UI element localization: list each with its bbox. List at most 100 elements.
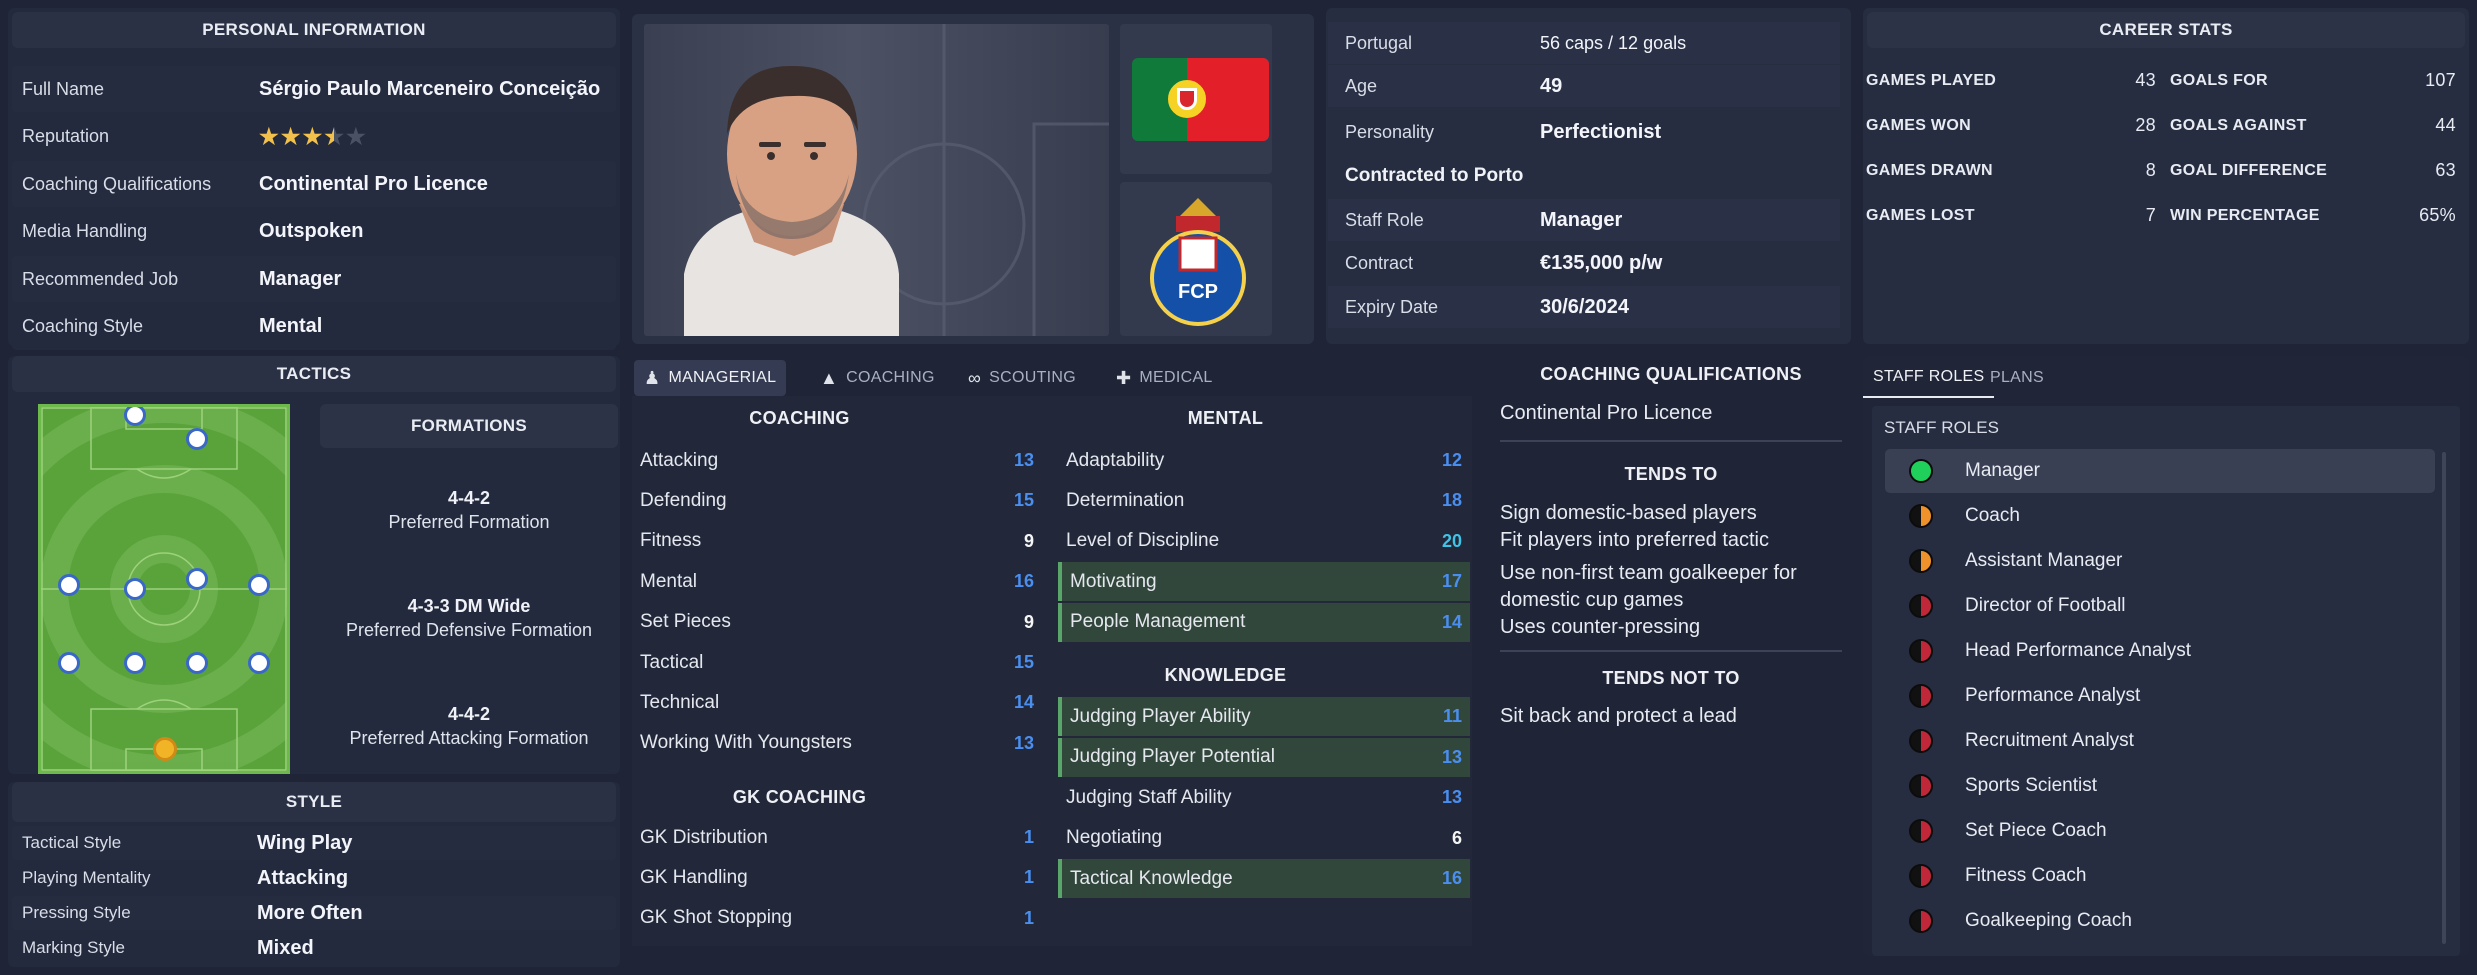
staff-role-item[interactable]: Recruitment Analyst: [1885, 719, 2435, 763]
player-marker[interactable]: [124, 407, 146, 426]
attribute-row[interactable]: Tactical 15: [632, 643, 1042, 682]
attribute-name: Defending: [640, 489, 727, 511]
staff-role-item[interactable]: Coach: [1885, 494, 2435, 538]
player-marker[interactable]: [58, 574, 80, 596]
style-row: Pressing Style More Often: [12, 896, 616, 930]
attribute-row[interactable]: Defending 15: [632, 481, 1042, 520]
career-stat-row: GAMES PLAYED 43: [1866, 58, 2166, 103]
role-suitability-icon: [1909, 594, 1933, 618]
tab-scouting[interactable]: ∞ SCOUTING: [958, 360, 1086, 396]
personal-row: Reputation ★ ★ ★ ★ ★: [12, 113, 616, 160]
attribute-row[interactable]: Adaptability 12: [1058, 441, 1470, 480]
player-marker[interactable]: [186, 652, 208, 674]
tab-medical[interactable]: ✚ MEDICAL: [1106, 360, 1223, 396]
attribute-row[interactable]: Motivating 17: [1058, 562, 1470, 602]
staff-role-item[interactable]: Fitness Coach: [1885, 854, 2435, 898]
staff-role-label: Recruitment Analyst: [1965, 730, 2134, 751]
formation-item[interactable]: 4-3-3 DM Wide Preferred Defensive Formati…: [320, 594, 618, 642]
star-icon: ★: [302, 123, 323, 149]
attribute-value: 17: [1441, 571, 1462, 592]
qualifications-value: Continental Pro Licence: [1500, 402, 1713, 424]
attribute-name: Judging Staff Ability: [1066, 786, 1232, 808]
staff-role-item[interactable]: Performance Analyst: [1885, 674, 2435, 718]
attribute-row[interactable]: Tactical Knowledge 16: [1058, 859, 1470, 899]
contract-row: Age 49: [1328, 65, 1840, 107]
attribute-row[interactable]: GK Handling 1: [632, 858, 1042, 897]
attribute-row[interactable]: Mental 16: [632, 562, 1042, 601]
nation-row: Portugal 56 caps / 12 goals: [1328, 22, 1840, 64]
attribute-row[interactable]: Fitness 9: [632, 522, 1042, 561]
formation-item[interactable]: 4-4-2 Preferred Attacking Formation: [320, 702, 618, 750]
player-marker[interactable]: [186, 568, 208, 590]
attribute-row[interactable]: Determination 18: [1058, 481, 1470, 520]
contracted-to-label[interactable]: Contracted to Porto: [1345, 165, 1523, 187]
role-suitability-icon: [1909, 684, 1933, 708]
attribute-name: Tactical: [640, 651, 704, 673]
staff-role-item[interactable]: Head Performance Analyst: [1885, 629, 2435, 673]
career-stat-value: 63: [2435, 160, 2456, 180]
contract-row: Personality Perfectionist: [1328, 111, 1840, 153]
attribute-row[interactable]: Attacking 13: [632, 441, 1042, 480]
style-row: Marking Style Mixed: [12, 931, 616, 965]
formation-name: 4-3-3 DM Wide: [407, 596, 531, 616]
personal-row-value: Sérgio Paulo Marceneiro Conceição: [259, 77, 601, 100]
staff-role-item[interactable]: Goalkeeping Coach: [1885, 899, 2435, 943]
goalkeeper-marker[interactable]: [153, 737, 177, 761]
star-icon: ★: [324, 123, 344, 149]
tab-managerial[interactable]: ♟ MANAGERIAL: [634, 360, 787, 396]
tab-label: SCOUTING: [989, 369, 1076, 386]
attribute-row[interactable]: Negotiating 6: [1058, 819, 1470, 858]
contract-row: Staff Role Manager: [1328, 199, 1840, 241]
roles-scrollbar[interactable]: [2442, 452, 2446, 944]
nation-label: Portugal: [1345, 32, 1413, 53]
nation-flag-box: [1120, 24, 1272, 174]
attribute-row[interactable]: Level of Discipline 20: [1058, 522, 1470, 561]
contract-row-value: €135,000 p/w: [1540, 251, 1663, 274]
tab-label: COACHING: [846, 369, 935, 386]
attribute-row[interactable]: Judging Staff Ability 13: [1058, 778, 1470, 817]
player-marker[interactable]: [124, 578, 146, 600]
career-stat-label: GOALS AGAINST: [2170, 116, 2307, 134]
attribute-row[interactable]: Set Pieces 9: [632, 603, 1042, 642]
staff-role-label: Assistant Manager: [1965, 550, 2123, 571]
attribute-row[interactable]: GK Distribution 1: [632, 818, 1042, 857]
staff-role-item[interactable]: Manager: [1885, 449, 2435, 493]
player-marker[interactable]: [58, 652, 80, 674]
attribute-row[interactable]: Technical 14: [632, 683, 1042, 722]
career-stat-row: GOALS FOR 107: [2170, 58, 2456, 103]
knowledge-section-title: KNOWLEDGE: [1164, 665, 1287, 685]
attribute-row[interactable]: Judging Player Potential 13: [1058, 737, 1470, 777]
personal-row: Media Handling Outspoken: [12, 208, 616, 255]
formation-item[interactable]: 4-4-2 Preferred Formation: [320, 486, 618, 534]
formation-desc: Preferred Attacking Formation: [349, 728, 589, 748]
staff-role-item[interactable]: Set Piece Coach: [1885, 809, 2435, 853]
career-stat-row: GOAL DIFFERENCE 63: [2170, 148, 2456, 193]
player-marker[interactable]: [124, 652, 146, 674]
staff-role-item[interactable]: Sports Scientist: [1885, 764, 2435, 808]
attribute-name: People Management: [1070, 611, 1246, 633]
career-stat-row: GAMES LOST 7: [1866, 193, 2166, 238]
personal-info-header: PERSONAL INFORMATION: [12, 12, 616, 48]
staff-roles-tab[interactable]: STAFF ROLES: [1863, 358, 1995, 398]
pitch-background-image: [684, 24, 1109, 336]
player-marker[interactable]: [248, 652, 270, 674]
career-stat-label: GAMES LOST: [1866, 206, 1975, 224]
player-marker[interactable]: [186, 428, 208, 450]
tends-not-to-title: TENDS NOT TO: [1602, 668, 1740, 688]
attribute-row[interactable]: GK Shot Stopping 1: [632, 899, 1042, 938]
attribute-row[interactable]: Working With Youngsters 13: [632, 724, 1042, 763]
career-stat-value: 44: [2435, 115, 2456, 135]
attribute-row[interactable]: Judging Player Ability 11: [1058, 697, 1470, 736]
attribute-name: GK Shot Stopping: [640, 907, 793, 929]
photo-panel: FCP: [632, 14, 1314, 344]
plans-tab[interactable]: PLANS: [1990, 358, 2044, 398]
star-icon: ★: [345, 123, 366, 149]
staff-role-label: Coach: [1965, 505, 2020, 526]
staff-role-item[interactable]: Director of Football: [1885, 584, 2435, 628]
tactics-pitch[interactable]: [38, 404, 290, 774]
staff-role-item[interactable]: Assistant Manager: [1885, 539, 2435, 583]
attribute-row[interactable]: People Management 14: [1058, 602, 1470, 642]
tab-coaching[interactable]: ▲ COACHING: [810, 360, 945, 396]
player-marker[interactable]: [248, 574, 270, 596]
attribute-value: 1: [1023, 867, 1034, 888]
